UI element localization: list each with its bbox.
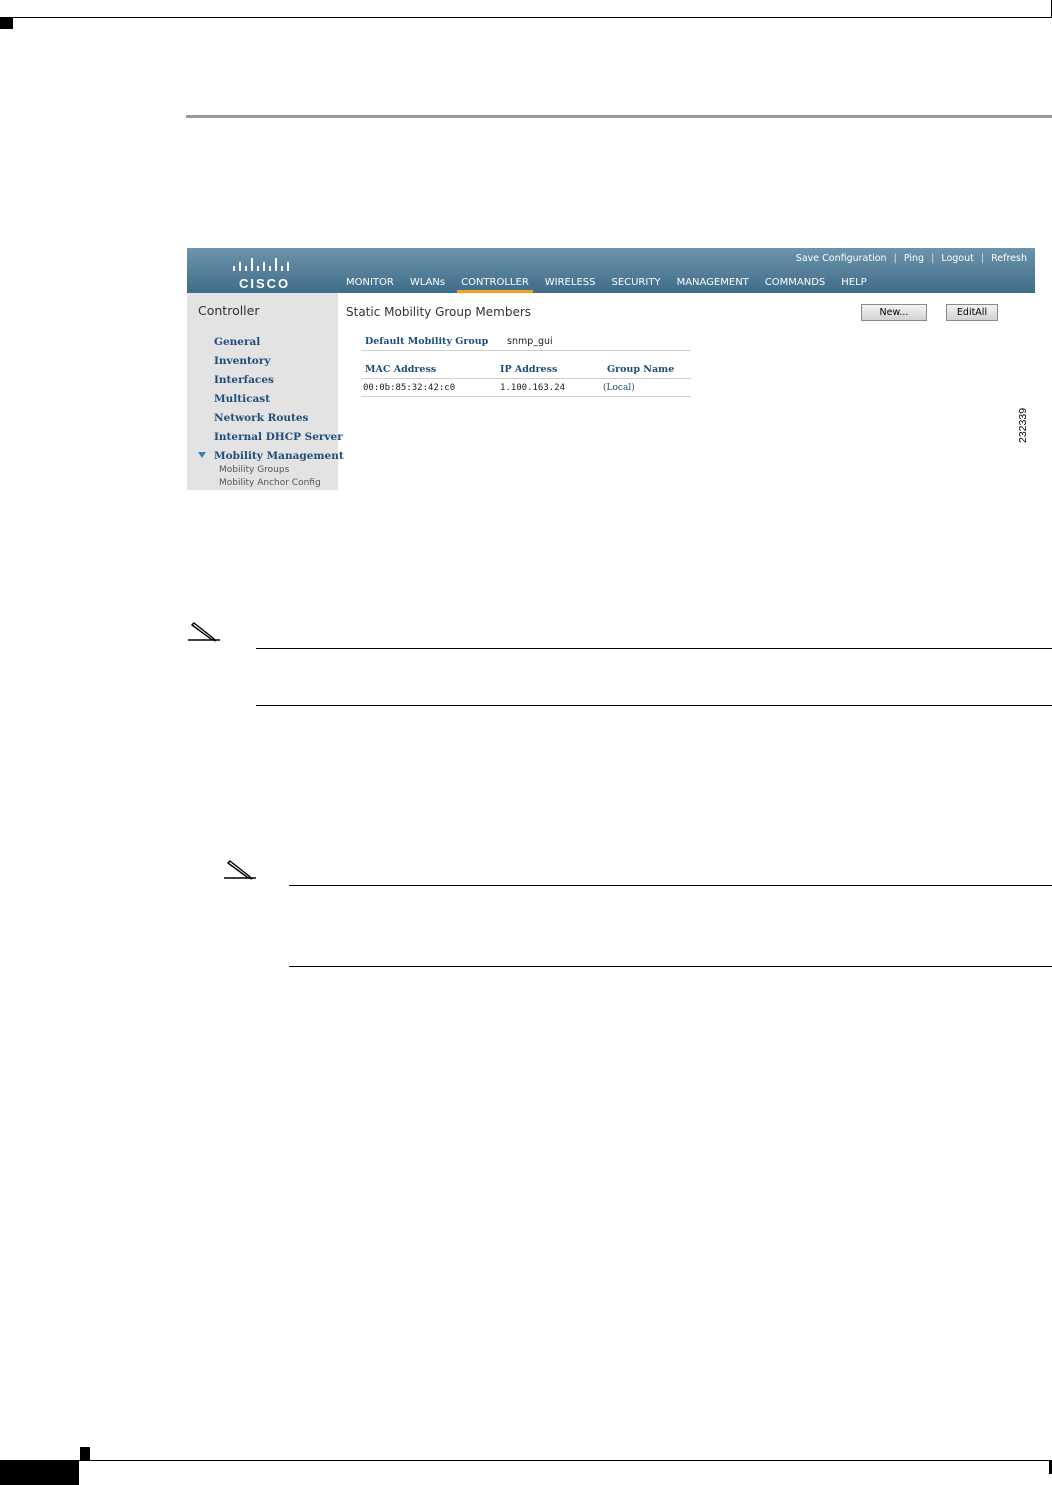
section-rule: [186, 115, 1052, 118]
sidebar-title: Controller: [198, 303, 260, 318]
menu-controller[interactable]: CONTROLLER: [457, 275, 537, 293]
column-header-mac: MAC Address: [365, 364, 437, 375]
divider: [361, 378, 691, 379]
sidebar-item-internal-dhcp[interactable]: Internal DHCP Server: [214, 431, 343, 443]
bottom-rule: [0, 1460, 1052, 1461]
menu-security[interactable]: SECURITY: [611, 275, 668, 293]
cisco-bars-icon: [233, 258, 289, 271]
note-top-rule: [256, 648, 1052, 649]
sidebar-item-inventory[interactable]: Inventory: [214, 355, 270, 367]
main-menu: MONITOR WLANs CONTROLLER WIRELESS SECURI…: [346, 275, 883, 293]
sidebar-item-network-routes[interactable]: Network Routes: [214, 412, 308, 424]
default-group-label: Default Mobility Group: [365, 336, 489, 347]
cell-group-name: (Local): [603, 383, 635, 393]
logout-link[interactable]: Logout: [941, 253, 974, 264]
bottom-mark: [80, 1447, 90, 1460]
separator: |: [980, 253, 985, 264]
save-configuration-link[interactable]: Save Configuration: [796, 253, 887, 264]
figure-number: 232339: [1017, 407, 1029, 443]
cell-ip: 1.100.163.24: [500, 383, 566, 393]
sidebar-subitem-mobility-groups[interactable]: Mobility Groups: [219, 465, 289, 475]
sidebar-item-mobility-management[interactable]: Mobility Management: [214, 450, 344, 462]
page-title: Static Mobility Group Members: [346, 305, 532, 319]
ping-link[interactable]: Ping: [904, 253, 924, 264]
new-button[interactable]: New...: [861, 304, 927, 321]
menu-commands[interactable]: COMMANDS: [765, 275, 833, 293]
sidebar-item-interfaces[interactable]: Interfaces: [214, 374, 274, 386]
sidebar-item-multicast[interactable]: Multicast: [214, 393, 270, 405]
column-header-ip: IP Address: [500, 364, 558, 375]
menu-monitor[interactable]: MONITOR: [346, 275, 402, 293]
note-pencil-icon: [188, 622, 220, 642]
top-rule: [0, 17, 1052, 18]
separator: |: [931, 253, 935, 264]
utility-links: Save Configuration | Ping | Logout | Ref…: [792, 253, 1027, 264]
cell-mac: 00:0b:85:32:42:c0: [363, 383, 456, 393]
separator: |: [893, 253, 897, 264]
note-top-rule: [289, 885, 1052, 886]
menu-wlans[interactable]: WLANs: [410, 275, 453, 293]
sidebar-item-general[interactable]: General: [214, 336, 260, 348]
divider: [361, 350, 691, 351]
sidebar-subitem-anchor-config[interactable]: Mobility Anchor Config: [219, 478, 321, 488]
note-bottom-rule: [289, 966, 1052, 967]
page-number-block: [0, 1461, 79, 1485]
top-corner-mark: [0, 18, 13, 29]
menu-management[interactable]: MANAGEMENT: [677, 275, 757, 293]
menu-help[interactable]: HELP: [841, 275, 874, 293]
sidebar: Controller General Inventory Interfaces …: [187, 293, 344, 490]
expand-arrow-icon[interactable]: [198, 452, 206, 458]
column-header-group: Group Name: [607, 364, 675, 375]
controller-screenshot: CISCO Save Configuration | Ping | Logout…: [187, 248, 1035, 490]
cisco-logo: CISCO: [227, 256, 299, 291]
note-bottom-rule: [256, 705, 1052, 706]
note-pencil-icon: [224, 860, 256, 880]
refresh-link[interactable]: Refresh: [991, 253, 1027, 264]
default-group-value: snmp_gui: [507, 336, 553, 347]
menu-wireless[interactable]: WIRELESS: [545, 275, 604, 293]
divider: [361, 396, 691, 397]
edit-all-button[interactable]: EditAll: [946, 304, 998, 321]
logo-wordmark: CISCO: [239, 276, 291, 291]
